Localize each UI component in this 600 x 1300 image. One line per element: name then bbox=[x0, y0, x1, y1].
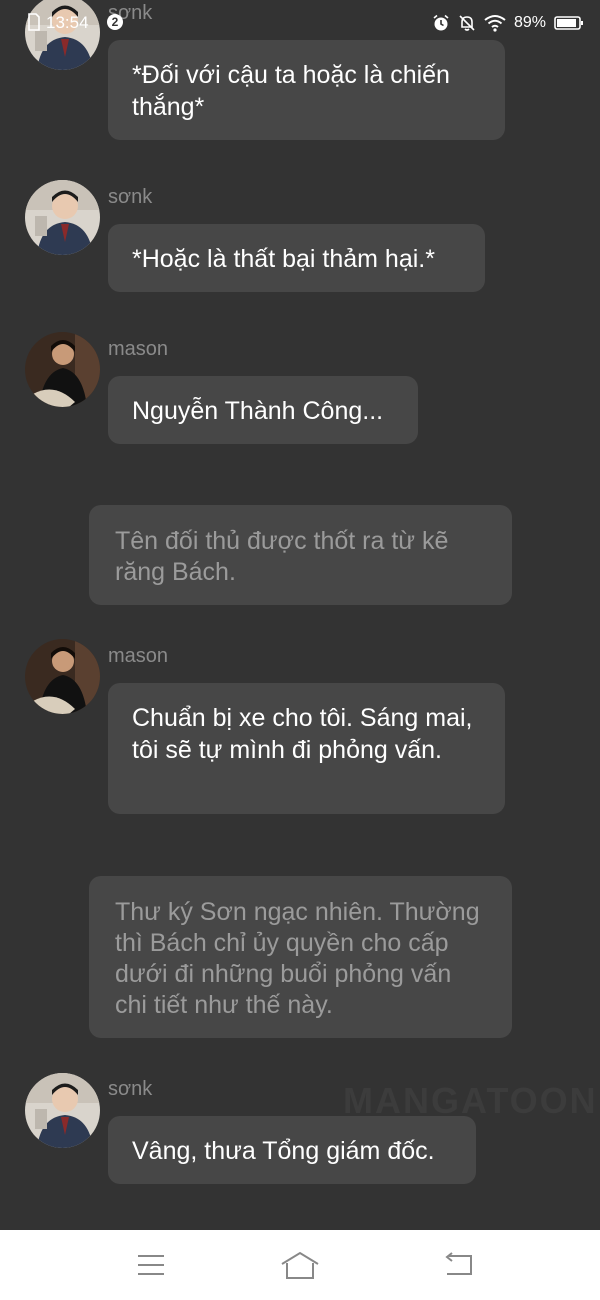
message-bubble[interactable]: Vâng, thưa Tổng giám đốc. bbox=[108, 1116, 476, 1184]
battery-icon bbox=[554, 16, 583, 30]
back-icon bbox=[445, 1252, 472, 1275]
message-bubble[interactable]: Nguyễn Thành Công... bbox=[108, 376, 418, 444]
sender-name: sơnk bbox=[108, 1078, 153, 1100]
avatar-mason[interactable] bbox=[25, 332, 100, 407]
status-icons: 89% bbox=[432, 12, 584, 34]
back-button[interactable] bbox=[437, 1248, 477, 1282]
sender-name: mason bbox=[108, 338, 169, 360]
status-time: 13:54 bbox=[46, 13, 89, 32]
home-icon bbox=[281, 1251, 319, 1279]
notification-count-badge: 2 bbox=[107, 14, 123, 30]
chat-area[interactable]: sơnk *Đối với cậu ta hoặc là chiến thắng… bbox=[0, 0, 600, 1230]
navigation-bar bbox=[0, 1230, 600, 1300]
avatar-sonk[interactable] bbox=[25, 1073, 100, 1148]
message-bubble[interactable]: Chuẩn bị xe cho tôi. Sáng mai, tôi sẽ tự… bbox=[108, 683, 505, 814]
home-button[interactable] bbox=[280, 1248, 320, 1282]
narration-box[interactable]: Thư ký Sơn ngạc nhiên. Thường thì Bách c… bbox=[89, 876, 512, 1038]
message-bubble[interactable]: *Đối với cậu ta hoặc là chiến thắng* bbox=[108, 40, 505, 140]
sender-name: sơnk bbox=[108, 186, 153, 208]
wifi-icon bbox=[484, 15, 506, 32]
hamburger-menu-icon bbox=[138, 1255, 164, 1275]
menu-button[interactable] bbox=[131, 1248, 171, 1282]
battery-percent: 89% bbox=[513, 14, 546, 31]
bell-muted-icon bbox=[459, 15, 475, 31]
avatar-sonk[interactable] bbox=[25, 180, 100, 255]
avatar-mason[interactable] bbox=[25, 639, 100, 714]
sender-name: mason bbox=[108, 645, 169, 667]
alarm-icon bbox=[433, 14, 449, 31]
message-bubble[interactable]: *Hoặc là thất bại thảm hại.* bbox=[108, 224, 485, 292]
sim-card-icon bbox=[28, 13, 40, 31]
narration-box[interactable]: Tên đối thủ được thốt ra từ kẽ răng Bách… bbox=[89, 505, 512, 605]
status-bar: 13:54 2 89% bbox=[0, 0, 600, 46]
